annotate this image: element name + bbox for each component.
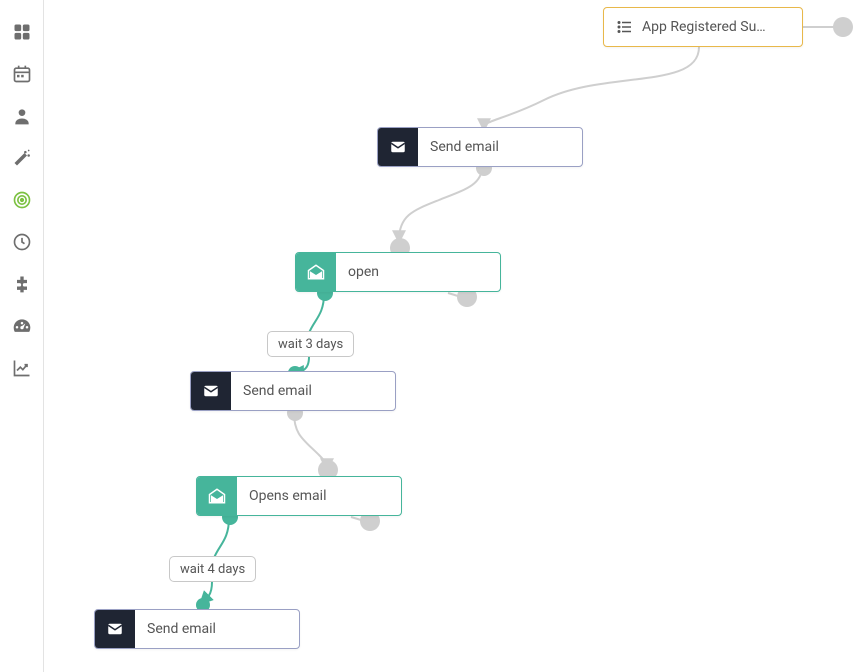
node-label: Send email <box>418 128 582 166</box>
send-email-node[interactable]: Send email <box>94 609 300 649</box>
node-label: Opens email <box>237 477 401 515</box>
node-icon-box <box>378 128 418 166</box>
dashboard-icon <box>12 22 32 42</box>
send-email-node[interactable]: Send email <box>190 371 396 411</box>
flow-endpoint-dot[interactable] <box>833 17 853 37</box>
node-label: Send email <box>135 610 299 648</box>
node-icon-box <box>95 610 135 648</box>
send-email-node[interactable]: Send email <box>377 127 583 167</box>
user-icon <box>12 106 32 126</box>
nav-performance[interactable] <box>10 314 34 338</box>
nav-analytics[interactable] <box>10 356 34 380</box>
target-icon <box>12 190 32 210</box>
condition-node[interactable]: open <box>295 252 501 292</box>
node-icon-box <box>296 253 336 291</box>
wait-label: wait 4 days <box>180 562 245 577</box>
trigger-node[interactable]: App Registered Su… <box>603 7 803 47</box>
wait-label: wait 3 days <box>278 337 343 352</box>
sidebar <box>0 0 43 672</box>
condition-node[interactable]: Opens email <box>196 476 402 516</box>
mail-icon <box>202 382 220 400</box>
node-icon-box <box>197 477 237 515</box>
open-mail-icon <box>208 487 226 505</box>
magic-wand-icon <box>12 148 32 168</box>
nav-calendar[interactable] <box>10 62 34 86</box>
nav-goals[interactable] <box>10 188 34 212</box>
nav-automation[interactable] <box>10 146 34 170</box>
nav-dashboard[interactable] <box>10 20 34 44</box>
node-label: open <box>336 253 500 291</box>
flow-canvas[interactable]: App Registered Su… Send email open wait … <box>44 0 867 672</box>
plugin-icon <box>12 274 32 294</box>
nav-plugins[interactable] <box>10 272 34 296</box>
open-mail-icon <box>307 263 325 281</box>
nav-user[interactable] <box>10 104 34 128</box>
nav-schedule[interactable] <box>10 230 34 254</box>
node-icon-box <box>191 372 231 410</box>
node-label: Send email <box>231 372 395 410</box>
gauge-icon <box>12 316 32 336</box>
mail-icon <box>389 138 407 156</box>
flow-edges <box>44 0 867 672</box>
clock-icon <box>12 232 32 252</box>
wait-node[interactable]: wait 4 days <box>169 556 256 582</box>
wait-node[interactable]: wait 3 days <box>267 331 354 357</box>
mail-icon <box>106 620 124 638</box>
calendar-icon <box>12 64 32 84</box>
chart-icon <box>12 358 32 378</box>
trigger-label: App Registered Su… <box>642 19 766 35</box>
list-icon <box>616 18 634 36</box>
